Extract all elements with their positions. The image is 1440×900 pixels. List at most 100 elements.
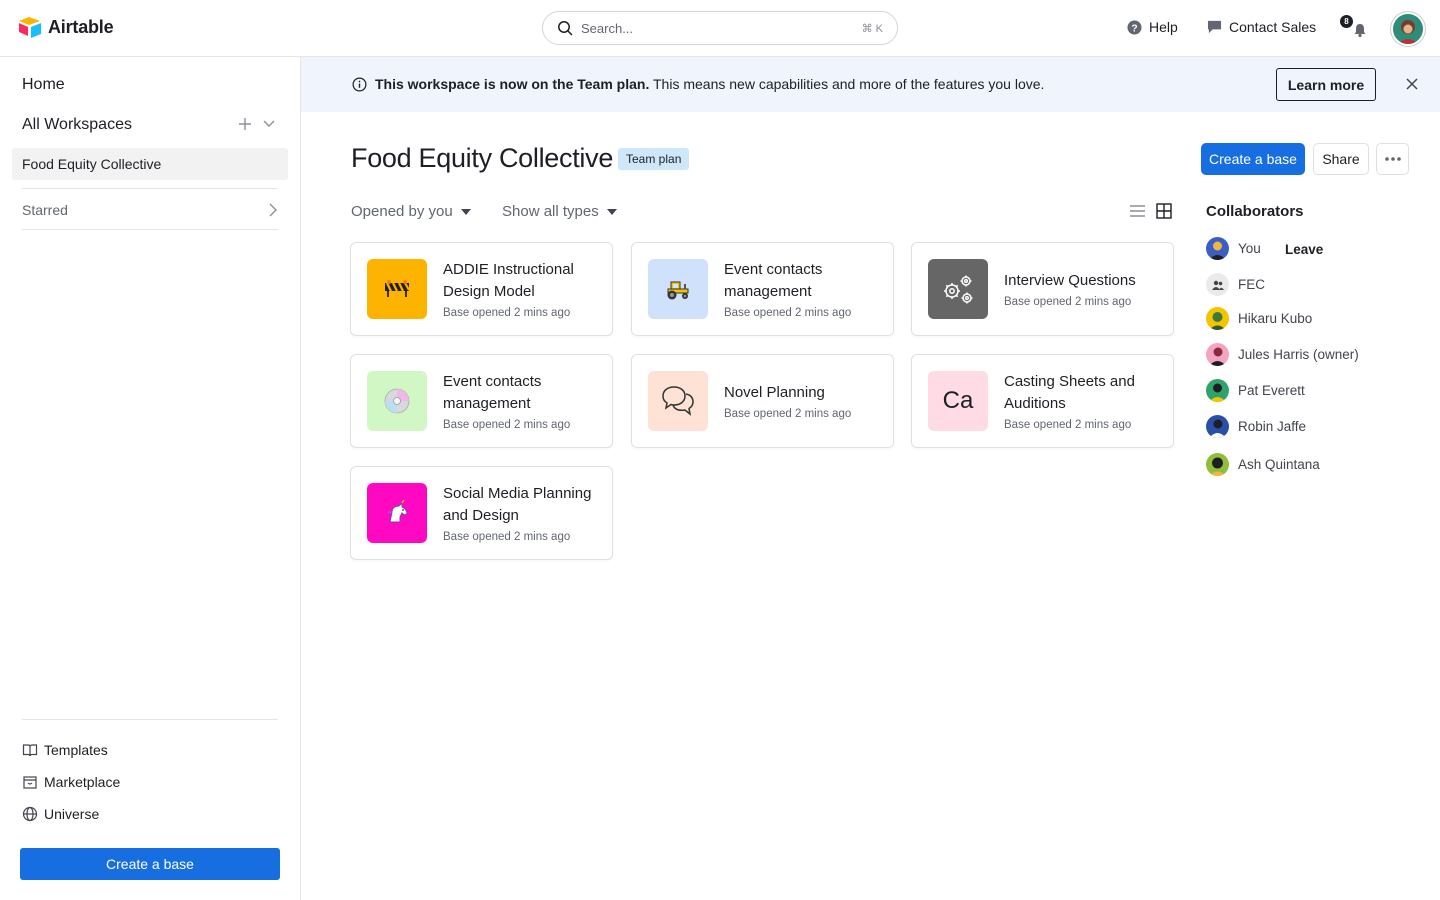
collaborator-name: You [1238,241,1261,256]
collaborator-item: You [1206,237,1261,260]
chevron-right-icon [268,203,278,217]
search-bar[interactable]: ⌘ K [542,11,898,45]
banner-bold-text: This workspace is now on the Team plan. [375,76,650,92]
add-workspace-icon[interactable] [237,116,253,132]
initials-icon: Ca [928,371,988,431]
base-card[interactable]: ADDIE Instructional Design Model Base op… [350,242,613,336]
collaborator-name: Pat Everett [1238,383,1305,398]
collaborator-name: Robin Jaffe [1238,419,1307,434]
airtable-logo[interactable]: Airtable [18,16,114,38]
grid-view-icon[interactable] [1156,203,1172,219]
collaborators-heading: Collaborators [1206,203,1304,220]
collaborator-item: Pat Everett [1206,379,1305,402]
base-opened-time: Base opened 2 mins ago [1004,419,1132,431]
divider [22,719,278,720]
search-input[interactable] [581,20,862,36]
info-icon [352,77,367,92]
chevron-down-icon[interactable] [262,119,276,129]
contact-sales-link[interactable]: Contact Sales [1207,19,1316,35]
search-shortcut: ⌘ K [861,22,883,35]
templates-label: Templates [44,742,108,758]
base-card[interactable]: Event contacts management Base opened 2 … [631,242,894,336]
collaborator-name: Hikaru Kubo [1238,311,1313,326]
base-title: Interview Questions [1004,272,1136,289]
base-opened-time: Base opened 2 mins ago [443,531,571,543]
collaborator-item: Robin Jaffe [1206,415,1306,438]
user-avatar[interactable] [1393,14,1423,44]
base-title: ADDIE Instructional Design Model [443,261,574,300]
top-bar: Airtable ⌘ K ? Help Contact Sales 8 [0,0,1440,57]
type-filter-label: Show all types [502,203,599,220]
tractor-icon [648,259,708,319]
base-opened-time: Base opened 2 mins ago [724,408,852,420]
base-title: Event contacts management [724,261,823,300]
list-view-icon[interactable] [1129,203,1146,219]
base-opened-time: Base opened 2 mins ago [1004,296,1132,308]
base-opened-time: Base opened 2 mins ago [443,307,571,319]
base-opened-time: Base opened 2 mins ago [724,307,852,319]
construction-icon [367,259,427,319]
base-card[interactable]: Event contacts management Base opened 2 … [350,354,613,448]
base-title: Social Media Planning and Design [443,485,592,524]
disc-icon [367,371,427,431]
globe-icon [22,806,38,822]
opened-by-label: Opened by you [351,203,453,220]
divider [22,229,278,230]
search-icon [557,20,573,36]
sidebar-starred[interactable]: Starred [22,202,278,218]
avatar [1206,307,1229,330]
base-card[interactable]: Ca Casting Sheets and Auditions Base ope… [911,354,1174,448]
all-workspaces-heading[interactable]: All Workspaces [22,116,132,134]
help-icon: ? [1127,19,1142,35]
more-horizontal-icon [1384,157,1401,161]
collaborator-name: Ash Quintana [1238,457,1320,472]
airtable-logo-icon [18,16,42,38]
sidebar-item-workspace[interactable]: Food Equity Collective [12,148,288,180]
collaborator-name: Jules Harris (owner) [1238,347,1359,362]
svg-text:?: ? [1131,23,1137,34]
avatar [1206,343,1229,366]
sidebar: Home All Workspaces Food Equity Collecti… [0,57,301,900]
sidebar-home-link[interactable]: Home [22,76,65,94]
notifications-button[interactable]: 8 [1340,15,1372,41]
book-icon [22,742,38,758]
sidebar-universe-link[interactable]: Universe [22,806,99,822]
store-icon [22,774,38,790]
avatar [1206,415,1229,438]
leave-workspace-link[interactable]: Leave [1285,242,1323,257]
divider [22,188,278,189]
base-title: Novel Planning [724,384,825,401]
create-base-button[interactable]: Create a base [1201,143,1305,175]
base-card[interactable]: Interview Questions Base opened 2 mins a… [911,242,1174,336]
avatar [1206,237,1229,260]
share-button[interactable]: Share [1313,143,1369,175]
help-label: Help [1149,19,1178,35]
avatar [1206,379,1229,402]
base-card[interactable]: Novel Planning Base opened 2 mins ago [631,354,894,448]
collaborator-item: Ash Quintana [1206,453,1320,476]
notification-count-badge: 8 [1340,15,1353,28]
chat-bubbles-icon [648,371,708,431]
avatar [1206,453,1229,476]
unicorn-icon [367,483,427,543]
banner-message: This workspace is now on the Team plan. … [375,76,1044,92]
help-link[interactable]: ? Help [1127,19,1178,35]
team-plan-badge: Team plan [618,148,690,170]
universe-label: Universe [44,806,100,822]
starred-label: Starred [22,202,68,218]
base-card[interactable]: Social Media Planning and Design Base op… [350,466,613,560]
collaborator-item: Jules Harris (owner) [1206,343,1359,366]
page-title: Food Equity Collective [351,143,614,173]
learn-more-button[interactable]: Learn more [1276,68,1376,101]
more-options-button[interactable] [1376,143,1409,175]
base-opened-time: Base opened 2 mins ago [443,419,571,431]
collaborator-name: FEC [1238,277,1265,292]
close-icon[interactable] [1405,77,1419,91]
sidebar-templates-link[interactable]: Templates [22,742,108,758]
sidebar-create-base-button[interactable]: Create a base [20,848,280,880]
team-plan-banner: This workspace is now on the Team plan. … [301,57,1440,112]
banner-body-text: This means new capabilities and more of … [649,76,1045,92]
opened-by-filter[interactable]: Opened by you [351,203,471,220]
sidebar-marketplace-link[interactable]: Marketplace [22,774,120,790]
type-filter[interactable]: Show all types [502,203,617,220]
